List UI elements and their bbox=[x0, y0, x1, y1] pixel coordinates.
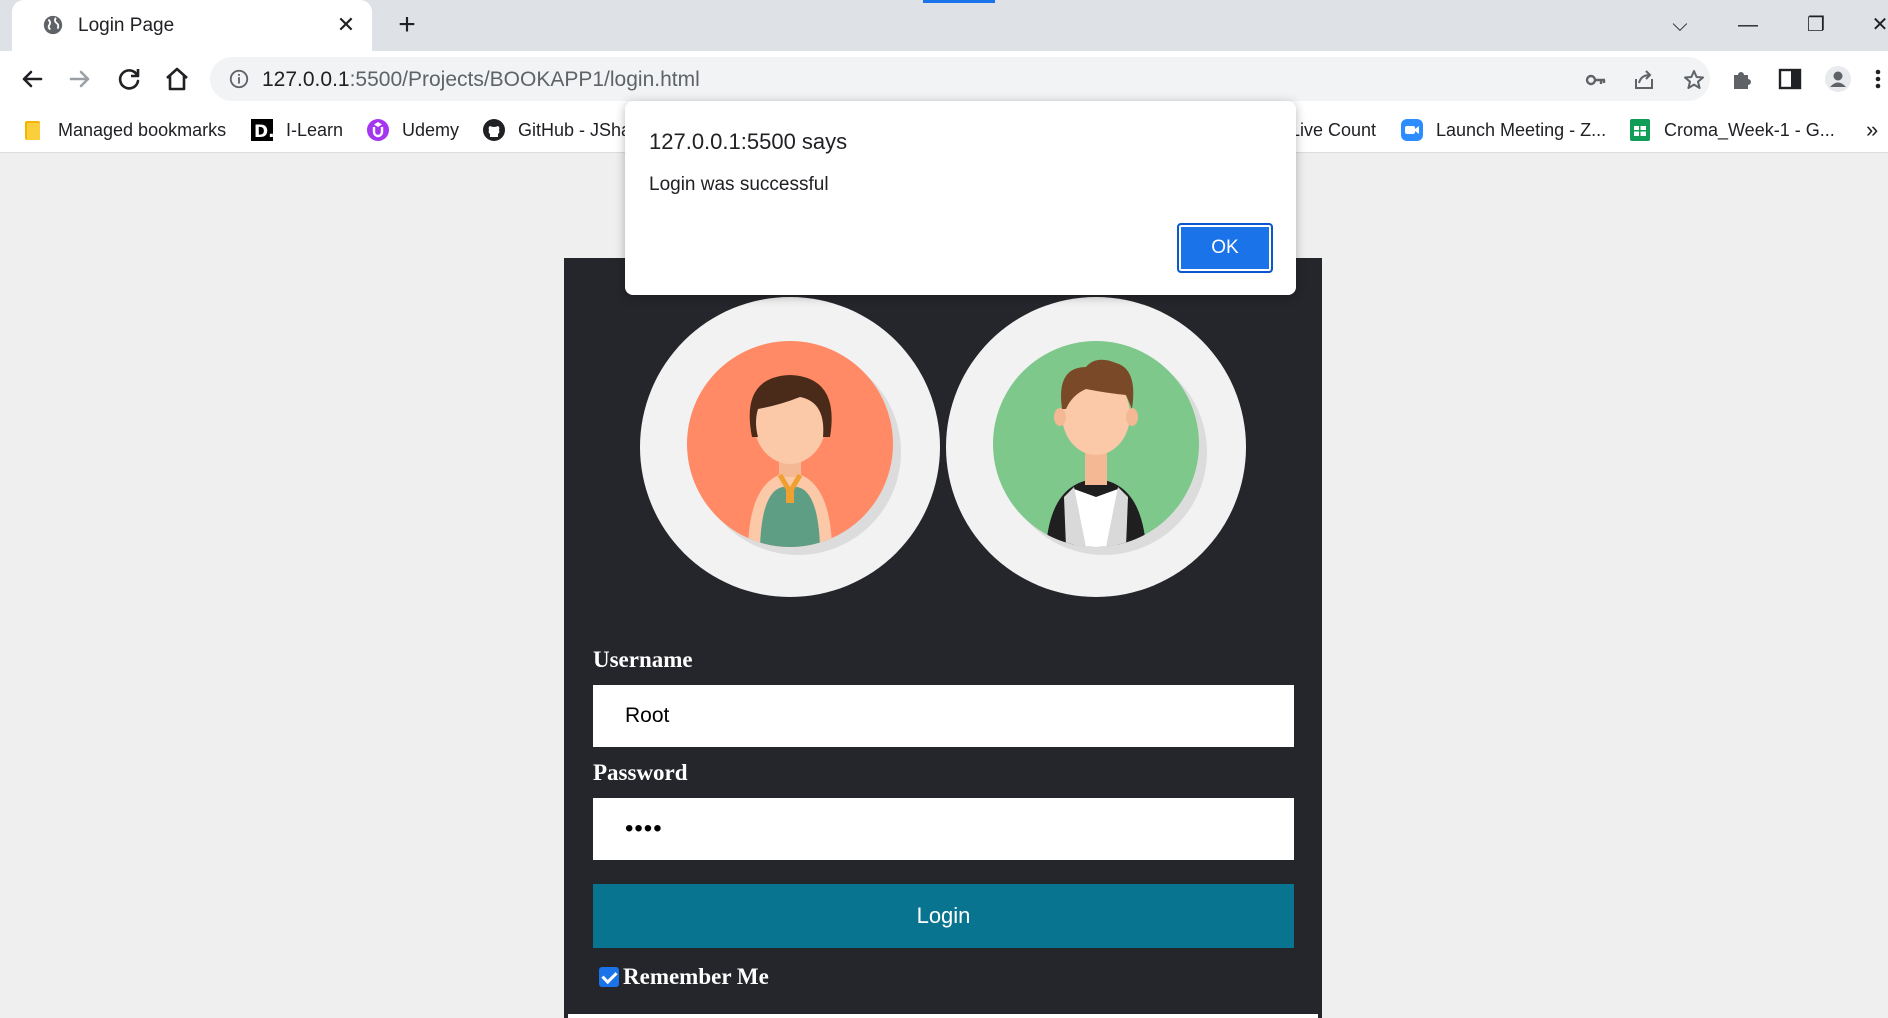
tab-loading-indicator bbox=[923, 0, 995, 3]
zoom-icon bbox=[1401, 119, 1423, 141]
bookmark-croma-week-1[interactable]: Croma_Week-1 - G... bbox=[1628, 116, 1835, 144]
close-icon[interactable]: ✕ bbox=[334, 13, 358, 37]
dialog-message: Login was successful bbox=[649, 174, 829, 195]
username-label: Username bbox=[593, 647, 693, 672]
side-panel-icon[interactable] bbox=[1776, 65, 1804, 93]
github-icon bbox=[483, 119, 505, 141]
dialog-title: 127.0.0.1:5500 says bbox=[649, 129, 848, 154]
key-icon[interactable] bbox=[1584, 68, 1608, 92]
tab-search-icon[interactable]: ⌵ bbox=[1660, 10, 1700, 40]
globe-icon bbox=[43, 15, 63, 35]
restore-button[interactable]: ❐ bbox=[1796, 10, 1836, 40]
tab-title: Login Page bbox=[78, 15, 175, 36]
username-input[interactable] bbox=[593, 685, 1294, 747]
back-icon[interactable] bbox=[16, 63, 48, 95]
home-icon[interactable] bbox=[161, 63, 193, 95]
forward-icon[interactable] bbox=[64, 63, 96, 95]
bookmark-managed-bookmarks[interactable]: Managed bookmarks bbox=[22, 116, 226, 144]
card-divider bbox=[568, 1014, 1318, 1018]
login-card: Username Password •••• Login Remember Me bbox=[564, 258, 1322, 1018]
reload-icon[interactable] bbox=[113, 63, 145, 95]
url-host: 127.0.0.1 bbox=[262, 68, 350, 91]
folder-icon bbox=[25, 121, 40, 140]
remember-me-checkbox[interactable] bbox=[599, 967, 619, 987]
bookmark-i-learn[interactable]: D. I-Learn bbox=[250, 116, 343, 144]
new-tab-button[interactable]: + bbox=[392, 10, 422, 41]
bookmark-label: Launch Meeting - Z... bbox=[1436, 119, 1607, 140]
bookmark-label: Udemy bbox=[402, 119, 460, 140]
profile-icon[interactable] bbox=[1824, 65, 1852, 93]
share-icon[interactable] bbox=[1632, 68, 1656, 92]
star-icon[interactable] bbox=[1682, 68, 1706, 92]
url-text[interactable]: 127.0.0.1:5500/Projects/BOOKAPP1/login.h… bbox=[262, 68, 700, 92]
bookmark-github[interactable]: GitHub - JSha bbox=[482, 116, 631, 144]
ok-button[interactable]: OK bbox=[1177, 223, 1273, 273]
remember-me-label: Remember Me bbox=[623, 964, 769, 989]
male-avatar-icon bbox=[993, 341, 1207, 555]
alert-dialog: 127.0.0.1:5500 says Login was successful… bbox=[625, 101, 1296, 295]
browser-toolbar: 127.0.0.1:5500/Projects/BOOKAPP1/login.h… bbox=[0, 51, 1888, 107]
extensions-icon[interactable] bbox=[1728, 65, 1756, 93]
sheets-icon bbox=[1630, 119, 1650, 141]
bookmark-live-count[interactable]: Live Count bbox=[1290, 116, 1376, 144]
bookmark-label: Live Count bbox=[1290, 119, 1377, 140]
tab-login-page[interactable]: Login Page ✕ bbox=[12, 0, 372, 51]
menu-icon[interactable] bbox=[1870, 65, 1886, 93]
url-path: :5500/Projects/BOOKAPP1/login.html bbox=[349, 68, 700, 91]
svg-text:D.: D. bbox=[254, 122, 274, 142]
udemy-icon bbox=[367, 119, 389, 141]
female-avatar bbox=[640, 297, 940, 597]
d-logo-icon: D. bbox=[251, 119, 274, 142]
minimize-button[interactable]: — bbox=[1728, 10, 1768, 40]
address-bar[interactable]: 127.0.0.1:5500/Projects/BOOKAPP1/login.h… bbox=[210, 57, 1710, 101]
female-avatar-icon bbox=[687, 341, 901, 555]
password-label: Password bbox=[593, 760, 688, 785]
bookmark-label: Croma_Week-1 - G... bbox=[1664, 119, 1835, 140]
tab-strip: Login Page ✕ + ⌵ — ❐ ✕ bbox=[0, 0, 1888, 51]
bookmark-udemy[interactable]: Udemy bbox=[366, 116, 459, 144]
login-button[interactable]: Login bbox=[593, 884, 1294, 948]
password-input[interactable]: •••• bbox=[593, 798, 1294, 860]
remember-me: Remember Me bbox=[599, 964, 769, 990]
bookmark-label: I-Learn bbox=[286, 119, 344, 140]
bookmark-label: GitHub - JSha bbox=[518, 119, 632, 140]
window-close-button[interactable]: ✕ bbox=[1860, 10, 1888, 40]
male-avatar bbox=[946, 297, 1246, 597]
bookmark-label: Managed bookmarks bbox=[58, 119, 227, 140]
bookmarks-overflow-button[interactable]: » bbox=[1866, 116, 1878, 144]
info-icon[interactable] bbox=[228, 68, 250, 90]
bookmark-launch-meeting[interactable]: Launch Meeting - Z... bbox=[1400, 116, 1606, 144]
